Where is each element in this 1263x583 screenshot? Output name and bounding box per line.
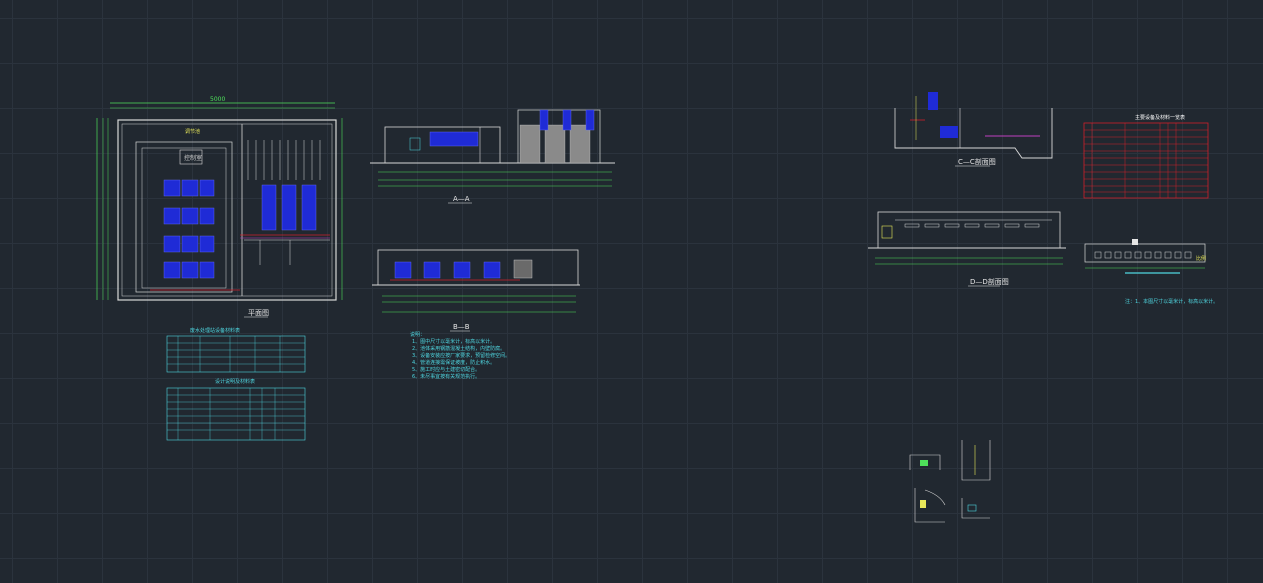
note-line: 3、设备安装应按厂家要求，预留检修空间。 bbox=[412, 352, 510, 359]
left-table-1: 废水处理站设备材料表 bbox=[166, 327, 306, 373]
equipment-table: 主要设备及材料一览表 bbox=[1083, 114, 1209, 199]
left-table-1-title: 废水处理站设备材料表 bbox=[190, 327, 240, 334]
right-detail: 比例 注：1、本图尺寸以毫米计，标高以米计。 bbox=[1084, 239, 1218, 305]
scale-label: 比例 bbox=[1196, 255, 1206, 262]
equipment-table-title: 主要设备及材料一览表 bbox=[1135, 114, 1185, 121]
section-cc-title: C—C剖面图 bbox=[958, 157, 996, 166]
plan-view-title: 平面图 bbox=[248, 309, 269, 317]
plan-label-room: 控制室 bbox=[184, 154, 202, 162]
section-aa: A—A bbox=[370, 109, 615, 204]
node-details bbox=[909, 440, 991, 523]
plan-overall-width: 5000 bbox=[210, 96, 225, 103]
right-note: 注：1、本图尺寸以毫米计，标高以米计。 bbox=[1125, 298, 1218, 305]
section-cc: C—C剖面图 bbox=[894, 92, 1053, 167]
note-line: 5、施工时应与土建密切配合。 bbox=[412, 366, 480, 373]
section-bb-title: B—B bbox=[453, 323, 470, 331]
drawing-sheet: 5000 调节池 控制室 平面图 废水处理站设备材料表 设计说明及材料表 A—A… bbox=[96, 92, 1218, 523]
note-line: 4、管道连接需保证坡度，防止积水。 bbox=[412, 359, 495, 366]
plan-label-pool: 调节池 bbox=[185, 128, 200, 135]
note-line: 2、池体采用钢筋混凝土结构，内壁防腐。 bbox=[412, 345, 505, 352]
section-dd-title: D—D剖面图 bbox=[970, 277, 1009, 286]
section-aa-title: A—A bbox=[453, 195, 470, 203]
cad-model-space[interactable]: 5000 调节池 控制室 平面图 废水处理站设备材料表 设计说明及材料表 A—A… bbox=[0, 0, 1263, 583]
left-table-2-title: 设计说明及材料表 bbox=[215, 378, 255, 385]
plan-view: 5000 调节池 控制室 平面图 bbox=[96, 96, 343, 318]
section-dd: D—D剖面图 bbox=[868, 211, 1066, 287]
note-line: 1、图中尺寸以毫米计，标高以米计。 bbox=[412, 338, 495, 345]
notes-title: 说明： bbox=[410, 331, 425, 338]
left-table-2: 设计说明及材料表 bbox=[166, 378, 306, 441]
section-bb: B—B bbox=[372, 249, 580, 332]
note-line: 6、未尽事宜按有关规范执行。 bbox=[412, 373, 480, 380]
design-notes: 说明： 1、图中尺寸以毫米计，标高以米计。 2、池体采用钢筋混凝土结构，内壁防腐… bbox=[410, 331, 510, 380]
